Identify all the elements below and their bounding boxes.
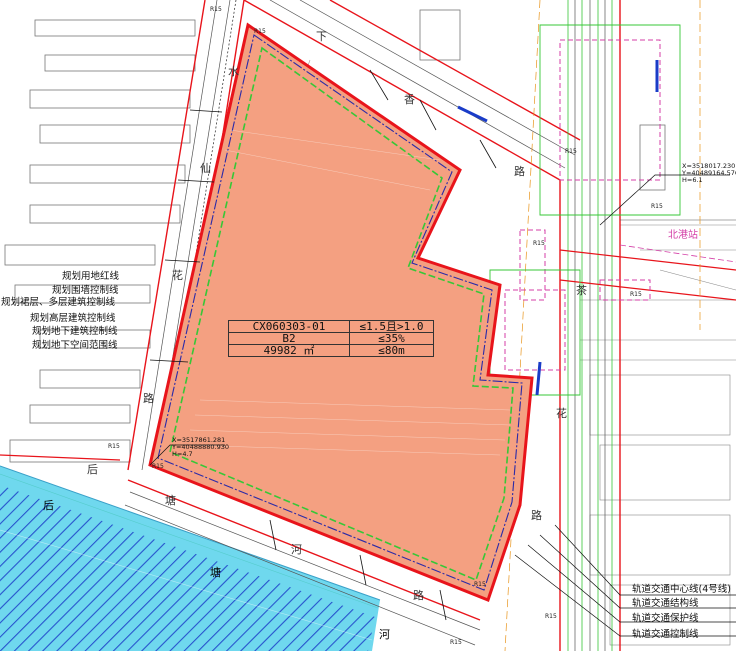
parcel-code: CX060303-01	[228, 320, 350, 333]
coord-sw: X=3517861.281 Y=40488880.930 H=4.7	[172, 436, 229, 458]
parcel-height: ≤80m	[349, 344, 434, 357]
radius-label: R15	[565, 148, 577, 155]
legend-item: 规划地下建筑控制线	[32, 326, 118, 337]
radius-label: R15	[210, 6, 222, 13]
radius-label: R15	[651, 203, 663, 210]
road-label: 花	[172, 269, 183, 282]
east-buildings	[580, 224, 736, 646]
radius-label: R15	[108, 443, 120, 450]
radius-label: R15	[254, 28, 266, 35]
road-label: 路	[531, 509, 542, 522]
parcel-land-use: B2	[228, 332, 350, 345]
road-label: 路	[143, 392, 154, 405]
road-label: 路	[514, 165, 525, 178]
road-label: 下	[316, 30, 327, 43]
road-label: 水	[228, 65, 239, 78]
radius-label: R15	[545, 613, 557, 620]
radius-label: R15	[474, 581, 486, 588]
road-label: 后	[87, 463, 98, 476]
radius-label: R15	[533, 240, 545, 247]
legend-item: 规划地下空间范围线	[32, 340, 118, 351]
rail-legend-item: 轨道交通控制线	[632, 629, 699, 640]
radius-label: R15	[630, 291, 642, 298]
legend-item: 规划高层建筑控制线	[30, 313, 116, 324]
river-label: 后	[43, 499, 54, 512]
road-label: 仙	[200, 162, 211, 175]
coord-ne: X=3518017.230 Y=40489164.576 H=6.1	[682, 162, 736, 184]
road-label: 香	[404, 93, 415, 106]
river-label: 河	[379, 628, 390, 641]
parcel-area: 49982 ㎡	[228, 344, 350, 357]
river-label: 塘	[210, 566, 221, 579]
parcel-table: CX060303-01 ≤1.5且>1.0 B2 ≤35% 49982 ㎡ ≤8…	[228, 320, 434, 357]
parcel-density: ≤35%	[349, 332, 434, 345]
road-label: 路	[413, 589, 424, 602]
legend-item: 规划裙层、多层建筑控制线	[1, 297, 116, 308]
rail-zones	[504, 39, 661, 371]
legend-item: 规划围墙控制线	[52, 285, 119, 296]
rail-legend-item: 轨道交通结构线	[632, 598, 699, 609]
rail-legend-item: 轨道交通中心线(4号线)	[632, 584, 731, 595]
road-label: 花	[556, 407, 567, 420]
rail-green-zones	[489, 24, 681, 396]
station-label: 北港站	[668, 230, 698, 241]
rail-legend-item: 轨道交通保护线	[632, 613, 699, 624]
road-label: 塘	[165, 494, 176, 507]
radius-label: R15	[450, 639, 462, 646]
road-label: 河	[291, 543, 302, 556]
road-label: 茶	[576, 284, 587, 297]
legend-item: 规划用地红线	[62, 271, 120, 282]
parcel-far: ≤1.5且>1.0	[349, 320, 434, 333]
radius-label: R15	[152, 463, 164, 470]
